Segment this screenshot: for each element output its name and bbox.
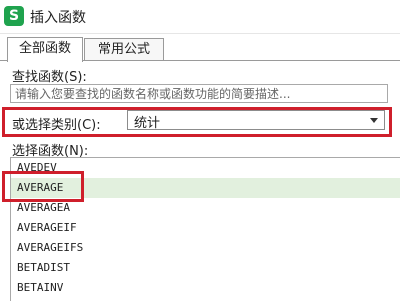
function-item-averageifs[interactable]: AVERAGEIFS (11, 238, 400, 258)
function-item-averageif[interactable]: AVERAGEIF (11, 218, 400, 238)
search-input[interactable] (11, 85, 385, 102)
category-label: 或选择类别(C): (12, 118, 101, 133)
search-label: 查找函数(S): (12, 70, 87, 85)
window-title: 插入函数 (30, 10, 86, 26)
tab-all-functions[interactable]: 全部函数 (7, 37, 83, 62)
tab-common-formulas[interactable]: 常用公式 (84, 38, 164, 61)
app-logo-icon: S (4, 6, 24, 26)
search-box (10, 84, 388, 103)
selected-function-highlight-box (2, 171, 84, 202)
chevron-down-icon[interactable] (370, 118, 378, 123)
function-item-betainv[interactable]: BETAINV (11, 278, 400, 298)
title-bar: S 插入函数 (0, 0, 400, 34)
category-select[interactable]: 统计 (127, 110, 385, 131)
category-selected-value: 统计 (134, 116, 161, 131)
function-item-betadist[interactable]: BETADIST (11, 258, 400, 278)
